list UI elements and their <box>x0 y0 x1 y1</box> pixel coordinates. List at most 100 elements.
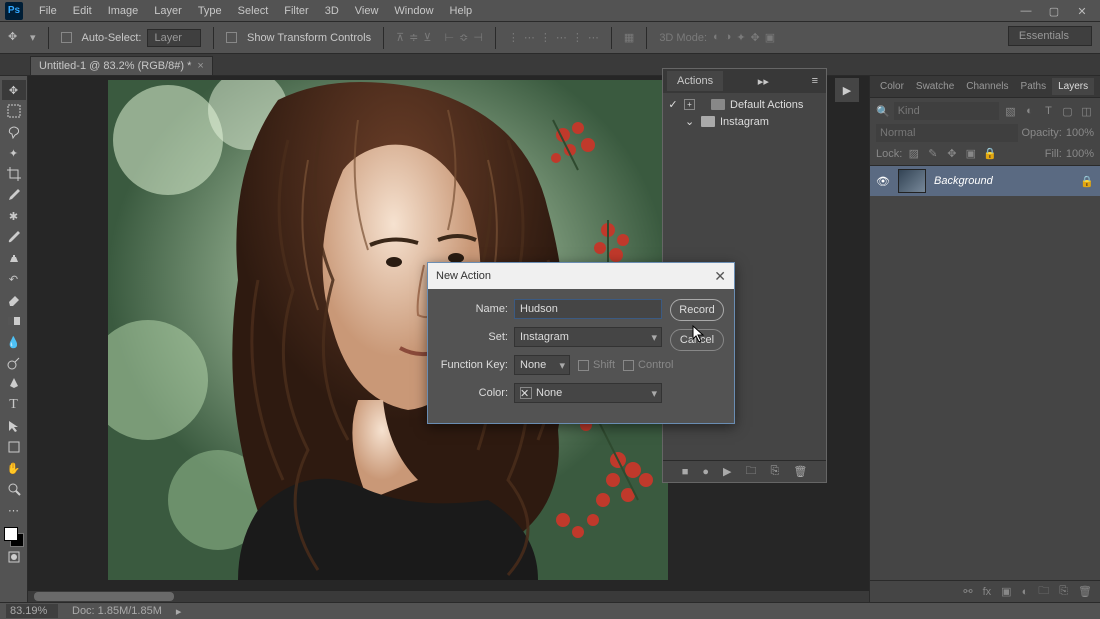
clone-stamp-tool[interactable] <box>2 248 26 268</box>
mode3d-buttons[interactable]: ◐◑✦✥▣ <box>713 31 775 44</box>
menu-filter[interactable]: Filter <box>276 5 316 17</box>
history-brush-tool[interactable]: ↶ <box>2 269 26 289</box>
menu-edit[interactable]: Edit <box>65 5 100 17</box>
lock-position-icon[interactable]: ✥ <box>944 146 959 161</box>
layer-row-background[interactable]: 👁 Background 🔒 <box>870 166 1100 196</box>
function-key-dropdown[interactable]: None▾ <box>514 355 570 375</box>
panel-menu-icon[interactable]: ≡ <box>1094 81 1100 93</box>
tab-layers[interactable]: Layers <box>1052 78 1094 95</box>
new-set-icon[interactable]: 🗀 <box>746 462 757 481</box>
record-button-icon[interactable]: ● <box>702 466 709 478</box>
magic-wand-tool[interactable]: ✦ <box>2 143 26 163</box>
path-select-tool[interactable] <box>2 416 26 436</box>
action-set-default[interactable]: ✓ + Default Actions <box>663 96 826 113</box>
filter-smart-icon[interactable]: ◫ <box>1079 104 1094 119</box>
fill-value[interactable]: 100% <box>1066 148 1094 160</box>
action-name-input[interactable]: Hudson <box>514 299 662 319</box>
move-tool[interactable]: ✥ <box>2 80 26 100</box>
crop-tool[interactable] <box>2 164 26 184</box>
layer-mask-icon[interactable]: ▣ <box>1001 585 1011 598</box>
tab-channels[interactable]: Channels <box>960 78 1014 95</box>
lock-all-icon[interactable]: 🔒 <box>982 146 997 161</box>
lock-transparent-icon[interactable]: ▨ <box>906 146 921 161</box>
color-dropdown[interactable]: ✕None▾ <box>514 383 662 403</box>
auto-align-icon[interactable]: ▦ <box>624 31 634 44</box>
mode3d-5-icon[interactable]: ▣ <box>765 31 775 44</box>
actions-panel-menu-icon[interactable]: ≡ <box>804 75 826 87</box>
set-dropdown[interactable]: Instagram▾ <box>514 327 662 347</box>
layer-fx-icon[interactable]: fx <box>983 586 992 598</box>
shape-tool[interactable] <box>2 437 26 457</box>
pen-tool[interactable] <box>2 374 26 394</box>
layer-thumbnail[interactable] <box>898 169 926 193</box>
distribute-buttons[interactable]: ⋮⋯⋮ ⋯⋮⋯ <box>508 31 599 44</box>
actions-panel-tab[interactable]: Actions <box>667 71 723 91</box>
align-vcenter-icon[interactable]: ≑ <box>409 31 418 44</box>
filter-pixel-icon[interactable]: ▧ <box>1003 104 1018 119</box>
adjustment-layer-icon[interactable]: ◐ <box>1022 586 1029 598</box>
align-left-icon[interactable]: ⊢ <box>445 31 455 44</box>
zoom-tool[interactable] <box>2 479 26 499</box>
window-maximize-button[interactable]: ▢ <box>1040 2 1068 20</box>
action-toggle-check-icon[interactable]: ✓ <box>667 98 679 111</box>
menu-layer[interactable]: Layer <box>146 5 190 17</box>
action-set-instagram[interactable]: ⌄ Instagram <box>663 113 826 130</box>
action-expand-icon[interactable]: + <box>684 99 695 110</box>
distribute-5-icon[interactable]: ⋮ <box>572 31 583 44</box>
dodge-tool[interactable] <box>2 353 26 373</box>
tab-paths[interactable]: Paths <box>1015 78 1053 95</box>
eyedropper-tool[interactable] <box>2 185 26 205</box>
mode3d-4-icon[interactable]: ✥ <box>751 31 760 44</box>
menu-3d[interactable]: 3D <box>317 5 347 17</box>
layer-filter-kind-dropdown[interactable]: Kind <box>894 102 999 120</box>
lock-pixels-icon[interactable]: ✎ <box>925 146 940 161</box>
show-transform-checkbox[interactable] <box>226 32 237 43</box>
gradient-tool[interactable] <box>2 311 26 331</box>
distribute-4-icon[interactable]: ⋯ <box>556 31 567 44</box>
eraser-tool[interactable] <box>2 290 26 310</box>
edit-toolbar[interactable]: ⋯ <box>2 500 26 520</box>
menu-view[interactable]: View <box>347 5 387 17</box>
auto-select-checkbox[interactable] <box>61 32 72 43</box>
collapsed-panel-icon[interactable]: ▶ <box>835 78 859 102</box>
layer-lock-icon[interactable]: 🔒 <box>1080 175 1094 188</box>
dialog-close-icon[interactable]: ✕ <box>714 268 726 285</box>
menu-select[interactable]: Select <box>230 5 277 17</box>
mode3d-2-icon[interactable]: ◑ <box>725 31 732 44</box>
align-top-icon[interactable]: ⊼ <box>396 31 404 44</box>
opacity-value[interactable]: 100% <box>1066 127 1094 139</box>
delete-icon[interactable]: 🗑 <box>793 465 807 478</box>
auto-select-target-dropdown[interactable]: Layer <box>147 29 201 47</box>
spot-heal-tool[interactable]: ✱ <box>2 206 26 226</box>
brush-tool[interactable] <box>2 227 26 247</box>
filter-type-icon[interactable]: T <box>1041 104 1056 119</box>
play-button-icon[interactable]: ▶ <box>723 465 731 478</box>
align-bottom-icon[interactable]: ⊻ <box>423 31 431 44</box>
layer-visibility-icon[interactable]: 👁 <box>876 175 890 188</box>
zoom-level-input[interactable]: 83.19% <box>6 604 58 618</box>
marquee-tool[interactable] <box>2 101 26 121</box>
layer-name[interactable]: Background <box>934 175 1072 187</box>
new-layer-icon[interactable]: ⎘ <box>1059 585 1068 598</box>
stop-button-icon[interactable]: ■ <box>682 466 689 478</box>
status-dropdown-icon[interactable]: ▸ <box>176 605 182 618</box>
tool-preset-dropdown-icon[interactable]: ▾ <box>30 31 36 44</box>
window-close-button[interactable]: ✕ <box>1068 2 1096 20</box>
quick-mask-toggle[interactable] <box>2 547 26 567</box>
color-swatches[interactable] <box>4 527 24 547</box>
action-collapse-icon[interactable]: ⌄ <box>685 115 696 128</box>
align-right-icon[interactable]: ⊣ <box>473 31 483 44</box>
filter-adjust-icon[interactable]: ◐ <box>1022 104 1037 119</box>
menu-file[interactable]: File <box>31 5 65 17</box>
record-button[interactable]: Record <box>670 299 724 321</box>
actions-panel-collapse-icon[interactable]: ▸▸ <box>750 75 777 88</box>
control-checkbox[interactable]: Control <box>623 359 673 371</box>
link-layers-icon[interactable]: ⚯ <box>963 585 972 598</box>
document-tab[interactable]: Untitled-1 @ 83.2% (RGB/8#) * × <box>30 56 213 75</box>
lock-artboard-icon[interactable]: ▣ <box>963 146 978 161</box>
menu-help[interactable]: Help <box>442 5 481 17</box>
type-tool[interactable]: T <box>2 395 26 415</box>
blur-tool[interactable]: 💧 <box>2 332 26 352</box>
filter-shape-icon[interactable]: ▢ <box>1060 104 1075 119</box>
lasso-tool[interactable] <box>2 122 26 142</box>
